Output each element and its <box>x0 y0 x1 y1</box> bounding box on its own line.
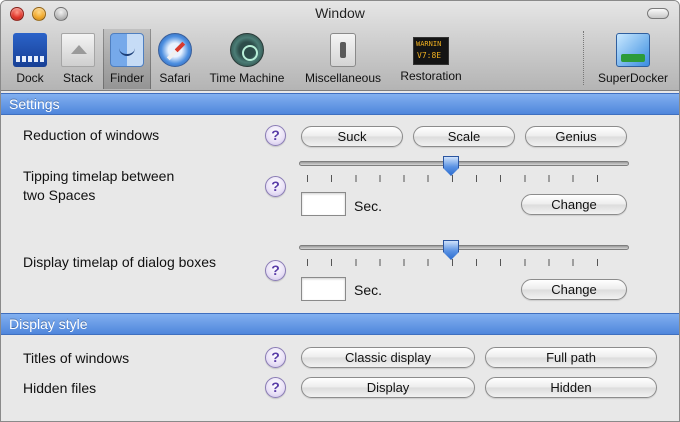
dialog-label: Display timelap of dialog boxes <box>23 254 216 270</box>
finder-icon <box>110 33 144 67</box>
hidden-button[interactable]: Hidden <box>485 377 657 398</box>
safari-icon <box>158 33 192 67</box>
tipping-slider[interactable] <box>299 156 629 184</box>
toolbar-item-label: Miscellaneous <box>304 71 382 85</box>
tipping-label-line1: Tipping timelap between <box>23 168 175 184</box>
dialog-seconds-field[interactable] <box>301 277 346 301</box>
toolbar-toggle-button[interactable] <box>647 8 669 19</box>
toolbar-item-stack[interactable]: Stack <box>57 29 99 89</box>
classic-display-button[interactable]: Classic display <box>301 347 475 368</box>
slider-knob[interactable] <box>443 240 459 260</box>
tipping-seconds-field[interactable] <box>301 192 346 216</box>
full-path-button[interactable]: Full path <box>485 347 657 368</box>
toolbar-item-label: Dock <box>16 71 44 85</box>
toolbar-item-time-machine[interactable]: Time Machine <box>201 29 293 89</box>
hidden-help-icon[interactable]: ? <box>265 377 286 398</box>
title-toolbar: Window Dock Stack Finder Safari Time Mac… <box>1 1 679 91</box>
titles-help-icon[interactable]: ? <box>265 347 286 368</box>
dialog-change-button[interactable]: Change <box>521 279 627 300</box>
window: Window Dock Stack Finder Safari Time Mac… <box>0 0 680 422</box>
toolbar-item-miscellaneous[interactable]: Miscellaneous <box>297 29 389 89</box>
dock-icon <box>13 33 47 67</box>
slider-ticks <box>307 259 621 266</box>
dialog-slider[interactable] <box>299 240 629 268</box>
slider-track <box>299 161 629 166</box>
tipping-label: Tipping timelap between two Spaces <box>23 167 174 205</box>
dialog-help-icon[interactable]: ? <box>265 260 286 281</box>
tipping-label-line2: two Spaces <box>23 187 96 203</box>
toolbar-item-label: Restoration <box>400 69 462 83</box>
toolbar-item-safari[interactable]: Safari <box>153 29 197 89</box>
display-button[interactable]: Display <box>301 377 475 398</box>
slider-knob[interactable] <box>443 156 459 176</box>
display-style-section-header: Display style <box>1 313 679 335</box>
warning-display-icon <box>413 37 449 65</box>
toolbar: Dock Stack Finder Safari Time Machine Mi… <box>1 29 679 89</box>
toolbar-item-finder[interactable]: Finder <box>103 29 151 89</box>
switch-icon <box>330 33 356 67</box>
tipping-change-button[interactable]: Change <box>521 194 627 215</box>
scale-button[interactable]: Scale <box>413 126 515 147</box>
tipping-unit: Sec. <box>354 198 383 214</box>
toolbar-item-label: Finder <box>109 71 144 85</box>
superdocker-icon <box>616 33 650 67</box>
slider-ticks <box>307 175 621 182</box>
toolbar-item-dock[interactable]: Dock <box>7 29 53 89</box>
toolbar-item-restoration[interactable]: Restoration <box>393 29 469 89</box>
hidden-files-label: Hidden files <box>23 380 97 396</box>
reduction-label: Reduction of windows <box>23 127 160 143</box>
titles-label: Titles of windows <box>23 350 130 366</box>
toolbar-item-superdocker[interactable]: SuperDocker <box>591 29 675 89</box>
time-machine-icon <box>230 33 264 67</box>
toolbar-item-label: Stack <box>62 71 93 85</box>
dialog-unit: Sec. <box>354 282 383 298</box>
genius-button[interactable]: Genius <box>525 126 627 147</box>
slider-track <box>299 245 629 250</box>
settings-section-header: Settings <box>1 93 679 115</box>
toolbar-item-label: Time Machine <box>209 71 285 85</box>
reduction-help-icon[interactable]: ? <box>265 125 286 146</box>
toolbar-item-label: Safari <box>159 71 191 85</box>
stack-icon <box>61 33 95 67</box>
tipping-help-icon[interactable]: ? <box>265 176 286 197</box>
window-title: Window <box>315 5 365 21</box>
suck-button[interactable]: Suck <box>301 126 403 147</box>
toolbar-item-label: SuperDocker <box>597 71 669 85</box>
toolbar-separator <box>583 31 584 85</box>
